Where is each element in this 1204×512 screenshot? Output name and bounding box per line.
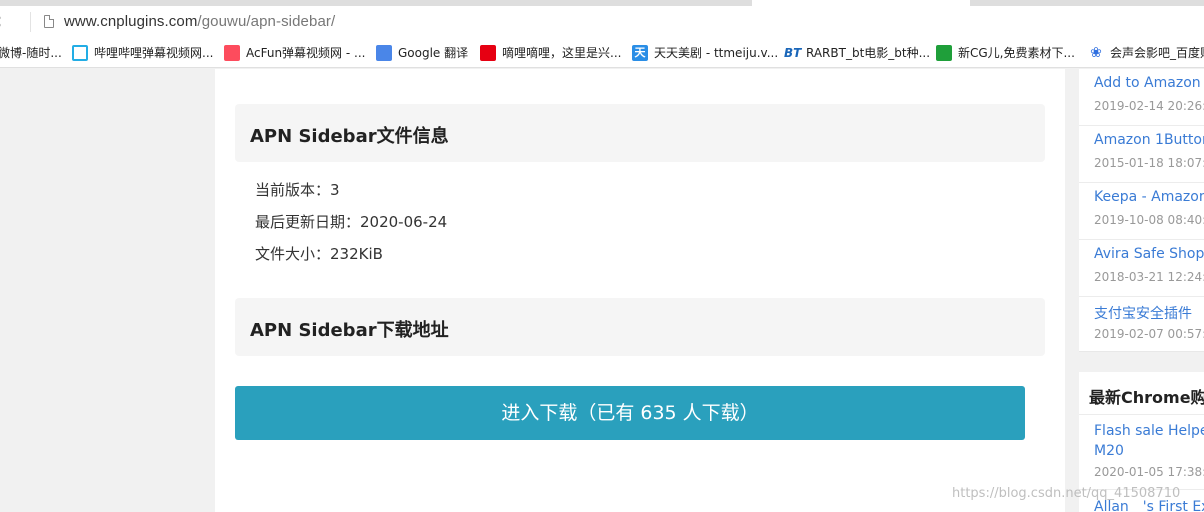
bookmark-label: RARBT_bt电影_bt种... (806, 46, 931, 60)
bookmark-ttmeiju[interactable]: 天 天天美剧 - ttmeiju.v... (632, 44, 778, 62)
list-item[interactable]: Add to Amazon Wish 2019-02-14 20:26:03 (1079, 69, 1204, 126)
page-icon (44, 15, 54, 28)
bookmark-label: 新CG儿,免费素材下... (958, 46, 1075, 60)
ttmeiju-icon: 天 (632, 45, 648, 61)
plugin-link[interactable]: 支付宝安全插件 (1094, 303, 1192, 323)
url-host: www.cnplugins.com (64, 13, 198, 30)
bookmark-label: 嘀哩嘀哩，这里是兴... (502, 46, 622, 60)
plugin-link[interactable]: Add to Amazon Wish (1094, 75, 1204, 91)
bookmark-label: 天天美剧 - ttmeiju.v... (654, 46, 779, 60)
download-header: APN Sidebar下载地址 (235, 298, 1045, 356)
version-text: 当前版本：3 (255, 181, 340, 199)
watermark-text: https://blog.csdn.net/qq_41508710 (952, 486, 1181, 501)
file-info-header: APN Sidebar文件信息 (235, 104, 1045, 162)
google-translate-icon (376, 45, 392, 61)
bookmark-baidu-tieba[interactable]: ❀ 会声会影吧_百度贴 (1088, 44, 1204, 62)
bookmarks-bar: 微博-随时... 哔哩哔哩弹幕视频网... AcFun弹幕视频网 - ... G… (0, 38, 1204, 68)
baidu-paw-icon: ❀ (1090, 45, 1102, 61)
file-size-text: 文件大小：232KiB (255, 245, 383, 263)
plugin-date: 2018-03-21 12:24:53 (1094, 270, 1204, 284)
list-item[interactable]: Flash sale Helper M20 2020-01-05 17:38:2… (1079, 414, 1204, 490)
bookmark-bilibili[interactable]: 哔哩哔哩弹幕视频网... (72, 44, 213, 62)
cg-icon (936, 45, 952, 61)
bookmark-rarbt[interactable]: BT RARBT_bt电影_bt种... (784, 44, 930, 62)
sidebar-gap (1079, 352, 1204, 372)
acfun-icon (224, 45, 240, 61)
related-plugins-list: Add to Amazon Wish 2019-02-14 20:26:03 A… (1079, 69, 1204, 352)
plugin-date: 2019-10-08 08:40:41 (1094, 213, 1204, 227)
plugin-link-line2: M20 (1094, 443, 1124, 459)
bookmark-weibo[interactable]: 微博-随时... (0, 44, 62, 62)
plugin-link[interactable]: Keepa - Amazon Price (1094, 189, 1204, 205)
file-info-title: APN Sidebar文件信息 (250, 126, 449, 147)
download-button[interactable]: 进入下载（已有 635 人下载） (235, 386, 1025, 440)
back-arrow-icon[interactable]: ‹ (0, 11, 10, 33)
column-gap (1065, 69, 1079, 512)
bookmark-cg[interactable]: 新CG儿,免费素材下... (936, 44, 1075, 62)
toolbar-divider (30, 12, 31, 32)
bookmark-label: AcFun弹幕视频网 - ... (246, 46, 366, 60)
right-sidebar: Add to Amazon Wish 2019-02-14 20:26:03 A… (1079, 69, 1204, 512)
list-item[interactable]: 支付宝安全插件 2019-02-07 00:57:00 (1079, 297, 1204, 354)
main-content: APN Sidebar文件信息 当前版本：3 最后更新日期：2020-06-24… (215, 69, 1065, 512)
updated-date-text: 最后更新日期：2020-06-24 (255, 213, 448, 231)
bookmark-label: 微博-随时... (0, 46, 62, 60)
plugin-link-line1: Flash sale Helper (1094, 423, 1204, 439)
bilibili-icon (72, 45, 88, 61)
bookmark-acfun[interactable]: AcFun弹幕视频网 - ... (224, 44, 365, 62)
rarbt-icon: BT (784, 46, 802, 60)
red-square-icon (480, 45, 496, 61)
plugin-date: 2015-01-18 18:07:12 (1094, 156, 1204, 170)
bookmark-label: 哔哩哔哩弹幕视频网... (94, 46, 214, 60)
latest-plugins-title: 最新Chrome购物 (1089, 388, 1204, 407)
plugin-date: 2019-02-07 00:57:00 (1094, 327, 1204, 341)
plugin-date: 2020-01-05 17:38:20 (1094, 465, 1204, 479)
address-bar[interactable]: ‹ www.cnplugins.com/gouwu/apn-sidebar/ (0, 6, 1204, 38)
bookmark-label: 会声会影吧_百度贴 (1110, 46, 1204, 60)
download-title: APN Sidebar下载地址 (250, 320, 449, 341)
list-item[interactable]: Avira Safe Shopping 2018-03-21 12:24:53 (1079, 240, 1204, 297)
plugin-link[interactable]: Flash sale Helper M20 (1094, 421, 1204, 461)
url-text[interactable]: www.cnplugins.com/gouwu/apn-sidebar/ (64, 13, 335, 30)
bookmark-dilidili[interactable]: 嘀哩嘀哩，这里是兴... (480, 44, 621, 62)
bookmark-label: Google 翻译 (398, 46, 469, 60)
list-item[interactable]: Keepa - Amazon Price 2019-10-08 08:40:41 (1079, 183, 1204, 240)
url-path: /gouwu/apn-sidebar/ (197, 13, 336, 30)
plugin-date: 2019-02-14 20:26:03 (1094, 99, 1204, 113)
plugin-link[interactable]: Avira Safe Shopping (1094, 246, 1204, 262)
list-item[interactable]: Amazon 1Button App 2015-01-18 18:07:12 (1079, 126, 1204, 183)
bookmark-google-translate[interactable]: Google 翻译 (376, 44, 468, 62)
plugin-link[interactable]: Amazon 1Button App (1094, 132, 1204, 148)
